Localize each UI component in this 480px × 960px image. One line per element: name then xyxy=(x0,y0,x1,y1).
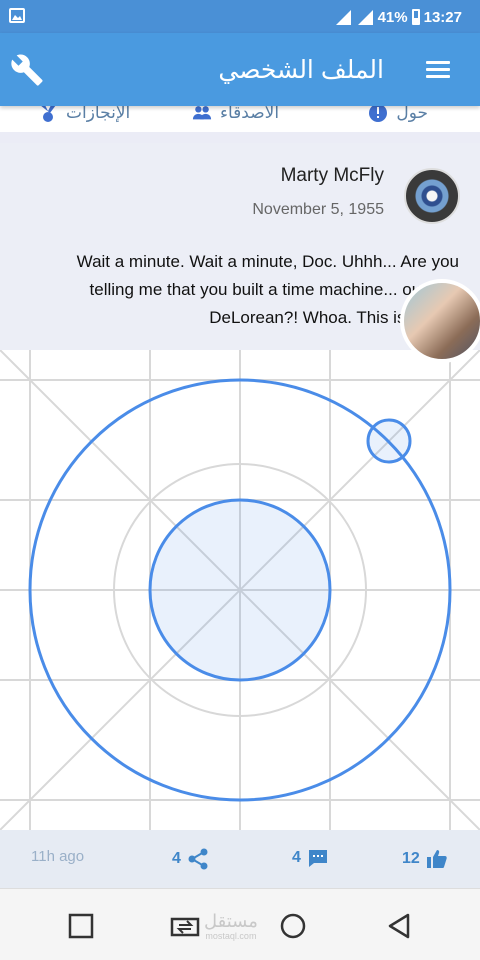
page-title: الملف الشخصي xyxy=(218,56,384,84)
watermark-latin: mostaql.com xyxy=(205,931,257,941)
grid-circles-illustration xyxy=(0,349,480,831)
gallery-notification-icon xyxy=(9,8,25,23)
signal-h-icon-2 xyxy=(356,8,374,26)
share-icon xyxy=(188,848,208,870)
post-date: November 5, 1955 xyxy=(252,201,384,218)
thumbs-up-icon xyxy=(426,850,447,868)
info-icon xyxy=(368,103,388,123)
tab-friends-label: الأصدقاء xyxy=(220,103,280,122)
home-button[interactable] xyxy=(280,913,306,944)
sim-switch-icon xyxy=(170,917,200,937)
hamburger-menu-icon[interactable] xyxy=(426,61,450,79)
signal-h-icon xyxy=(334,8,352,26)
author-avatar[interactable] xyxy=(404,168,460,224)
recent-apps-button[interactable] xyxy=(68,913,94,944)
time-ago: 11h ago xyxy=(31,848,85,865)
post-text: Wait a minute. Wait a minute, Doc. Uhhh.… xyxy=(76,252,459,327)
triangle-back-icon xyxy=(388,913,410,939)
switch-sim-button[interactable] xyxy=(170,915,200,942)
app-bar: الملف الشخصي xyxy=(0,33,480,106)
like-button[interactable]: 12 xyxy=(402,848,448,870)
achievements-icon xyxy=(38,103,58,123)
tab-about-label: حول xyxy=(396,103,428,122)
friends-icon xyxy=(192,103,212,123)
watermark: مستقل mostaql.com xyxy=(204,911,258,941)
like-count: 12 xyxy=(402,850,420,867)
battery-icon xyxy=(411,9,420,25)
comment-button[interactable]: 4 xyxy=(292,848,329,868)
system-nav-bar: مستقل mostaql.com xyxy=(0,888,480,960)
share-button[interactable]: 4 xyxy=(172,848,209,870)
battery-percent: 41% xyxy=(377,8,408,26)
share-count: 4 xyxy=(172,850,181,867)
post-author[interactable]: Marty McFly xyxy=(281,165,384,187)
square-icon xyxy=(68,913,94,939)
clock: 13:27 xyxy=(423,8,462,26)
post-actions: 11h ago 4 4 12 xyxy=(0,830,480,888)
circle-home-icon xyxy=(280,913,306,939)
floating-avatar[interactable] xyxy=(400,279,480,363)
back-button[interactable] xyxy=(386,913,412,944)
comment-icon xyxy=(308,850,327,867)
watermark-arabic: مستقل xyxy=(204,911,258,931)
wrench-icon[interactable] xyxy=(10,53,44,87)
status-bar: 41% 13:27 xyxy=(0,0,480,33)
post-image xyxy=(0,349,480,831)
comment-count: 4 xyxy=(292,849,301,866)
tab-achievements-label: الإنجازات xyxy=(66,103,131,122)
